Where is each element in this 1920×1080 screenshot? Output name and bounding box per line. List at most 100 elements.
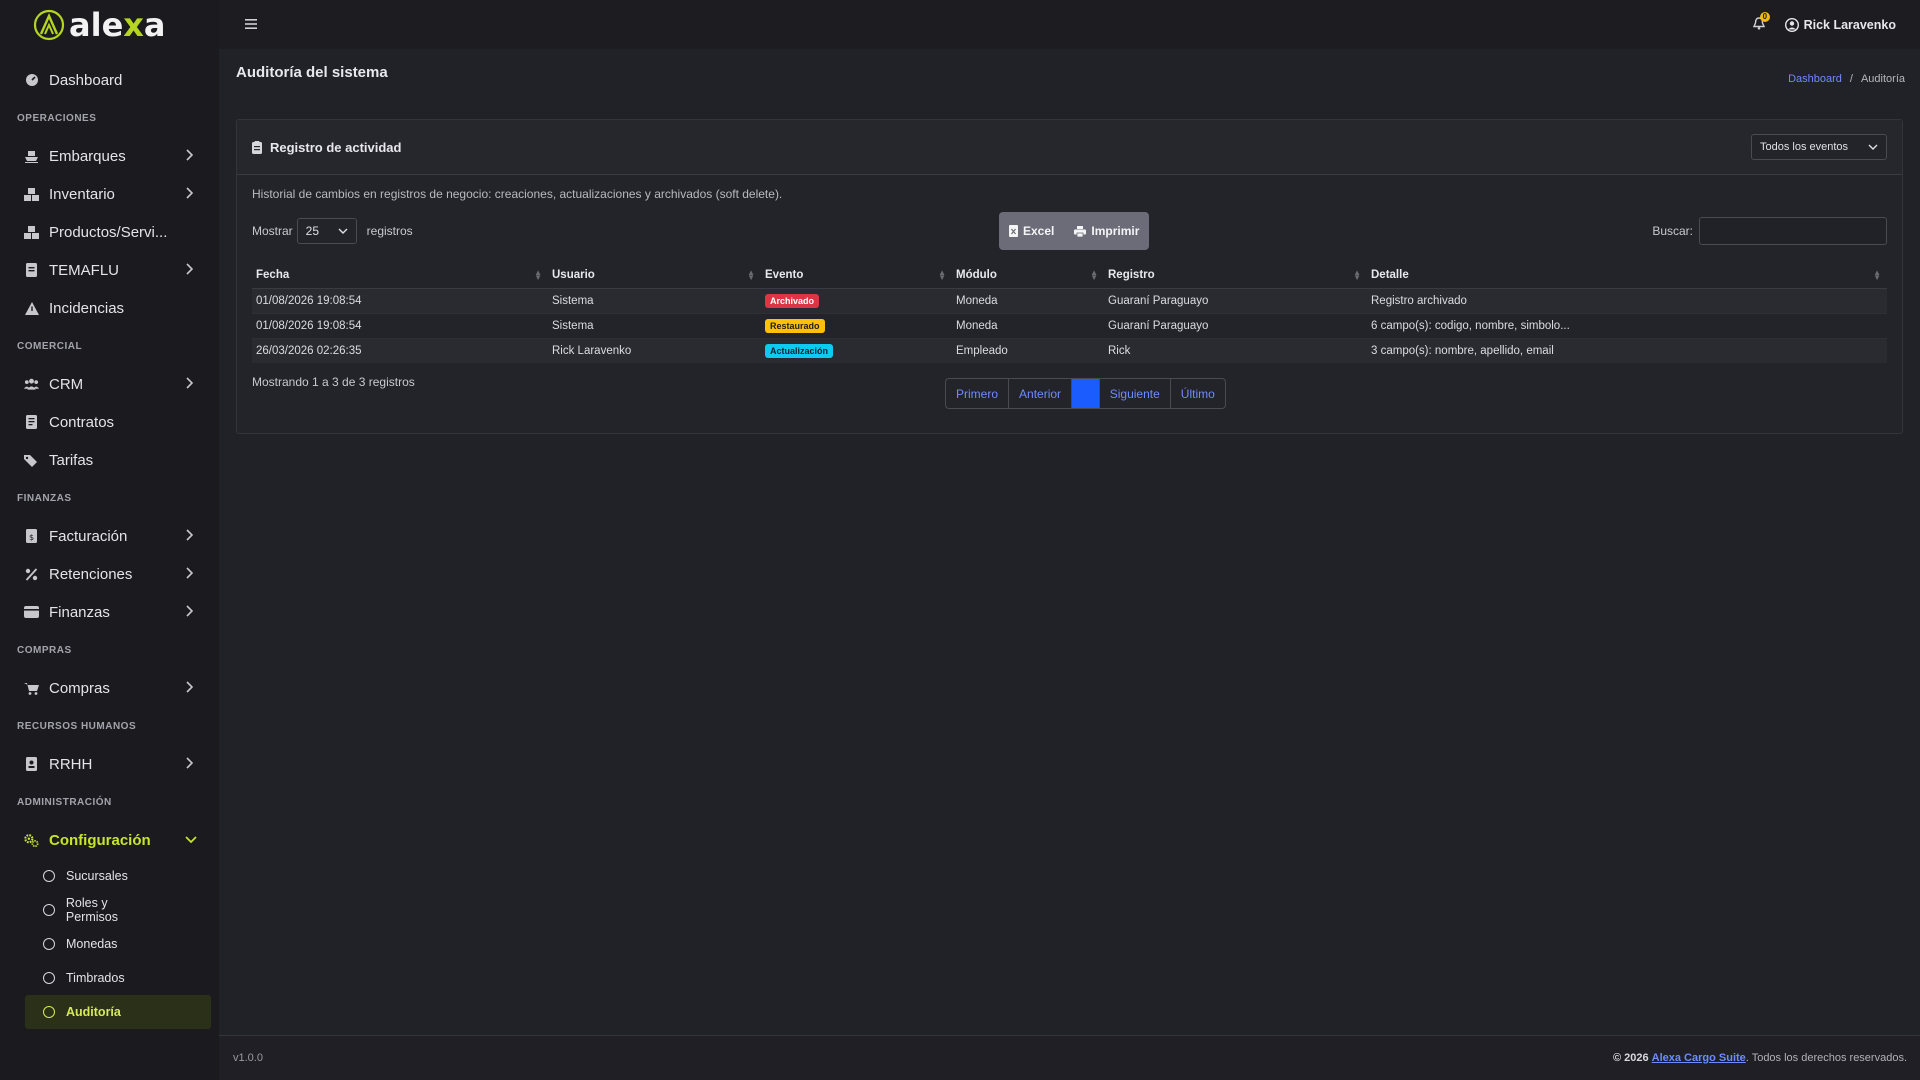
card-title: Registro de actividad [252,140,401,155]
user-menu[interactable]: Rick Laravenko [1784,18,1896,32]
notifications-button[interactable]: 0 [1752,11,1771,33]
tags-icon [24,453,39,468]
cell-registro: Rick [1104,337,1367,363]
sort-desc-icon: ▲ ▼ [534,268,542,282]
sidebar-item-label: Configuración [49,831,151,849]
sort-icon: ▲ ▼ [747,268,755,282]
column-header-modulo[interactable]: Módulo ▲ ▼ [952,263,1104,289]
circle-icon [43,870,55,882]
card-title-text: Registro de actividad [270,139,402,155]
excel-button-label: Excel [1023,224,1055,238]
length-suffix: registros [366,224,413,238]
sidebar-item-inventario[interactable]: Inventario [0,175,219,213]
chevron-right-icon [185,680,197,696]
submenu-item-sucursales[interactable]: Sucursales [0,859,162,893]
alexa-logo-icon [33,9,65,41]
submenu-item-auditoria[interactable]: Auditoría [25,995,211,1029]
cell-detalle: 3 campo(s): nombre, apellido, email [1367,337,1887,363]
id-badge-icon [24,757,39,772]
users-icon [24,377,39,392]
column-header-usuario[interactable]: Usuario ▲ ▼ [548,263,761,289]
breadcrumb-home-link[interactable]: Dashboard [1788,73,1842,85]
table-info: Mostrando 1 a 3 de 3 registros [252,375,415,389]
sidebar-item-label: Tarifas [49,451,94,469]
event-badge-archived: Archivado [765,293,820,308]
sidebar-item-label: Finanzas [49,603,110,621]
column-header-evento[interactable]: Evento ▲ ▼ [761,263,952,289]
circle-icon [43,1006,55,1018]
sidebar-item-configuracion[interactable]: Configuración [0,821,219,859]
pagination-next[interactable]: Siguiente [1100,379,1171,408]
hamburger-menu-icon[interactable] [245,16,257,34]
chevron-right-icon [185,528,197,544]
submenu-item-roles[interactable]: Roles y Permisos [0,893,162,927]
copyright-prefix: © 2026 [1612,1052,1649,1064]
sidebar-item-productos[interactable]: Productos/Servi... [0,213,219,251]
sidebar-item-finanzas[interactable]: Finanzas [0,593,219,631]
file-icon [24,263,39,278]
sidebar-nav: Dashboard OPERACIONES Embarques Inventar… [0,61,219,859]
file-excel-icon [1009,225,1018,237]
print-button[interactable]: Imprimir [1064,212,1149,250]
page-length-value: 25 [305,224,320,238]
brand-link[interactable]: Alexa Cargo Suite [1652,1052,1746,1064]
brand-name: alexa [69,6,166,44]
submenu-item-label: Sucursales [66,869,128,883]
sidebar-item-embarques[interactable]: Embarques [0,137,219,175]
wallet-icon [24,605,39,620]
chevron-down-icon [185,833,197,847]
sidebar-item-rrhh[interactable]: RRHH [0,745,219,783]
search-input[interactable] [1699,217,1887,245]
sidebar-item-temaflu[interactable]: TEMAFLU [0,251,219,289]
sort-icon: ▲ ▼ [938,268,946,282]
table-row: 26/03/2026 02:26:35 Rick Laravenko Actua… [252,337,1887,363]
chevron-right-icon [185,376,197,392]
brand[interactable]: alexa [0,0,219,50]
breadcrumb-current: Auditoría [1860,73,1905,85]
invoice-icon: $ [24,529,39,544]
sidebar-item-label: Inventario [49,185,115,203]
sidebar-item-facturacion[interactable]: $ Facturación [0,517,219,555]
cell-evento: Archivado [761,287,952,313]
sidebar-item-label: Facturación [49,527,128,545]
event-filter-select[interactable]: Todos los eventos [1751,134,1887,160]
boxes-icon [24,187,39,202]
submenu-item-monedas[interactable]: Monedas [0,927,162,961]
chevron-right-icon [185,566,197,582]
table-row: 01/08/2026 19:08:54 Sistema Restaurado M… [252,312,1887,338]
sidebar-item-compras[interactable]: Compras [0,669,219,707]
cell-fecha: 01/08/2026 19:08:54 [252,287,548,313]
sidebar-item-label: Contratos [49,413,115,431]
brand-logo: alexa [33,6,166,44]
chevron-right-icon [185,756,197,772]
column-header-detalle[interactable]: Detalle ▲ ▼ [1367,263,1887,289]
cell-usuario: Sistema [548,287,761,313]
app-version: v1.0.0 [233,1052,263,1064]
pagination-page-1[interactable]: 1 [1072,379,1100,408]
pagination-first[interactable]: Primero [946,379,1010,408]
pagination-last[interactable]: Último [1171,379,1225,408]
submenu-item-label: Auditoría [66,1005,121,1019]
submenu-item-timbrados[interactable]: Timbrados [0,961,162,995]
breadcrumb: Dashboard / Auditoría [1788,73,1905,85]
cell-detalle: 6 campo(s): codigo, nombre, simbolo... [1367,312,1887,338]
sidebar-item-crm[interactable]: CRM [0,365,219,403]
sidebar-item-incidencias[interactable]: Incidencias [0,289,219,327]
sidebar-item-tarifas[interactable]: Tarifas [0,441,219,479]
column-header-registro[interactable]: Registro ▲ ▼ [1104,263,1367,289]
sidebar-item-label: Dashboard [49,71,123,89]
column-header-fecha[interactable]: Fecha ▲ ▼ [252,263,548,289]
pagination-prev[interactable]: Anterior [1009,379,1073,408]
sidebar-item-retenciones[interactable]: Retenciones [0,555,219,593]
circle-icon [43,972,55,984]
excel-button[interactable]: Excel [999,212,1064,250]
event-badge-updated: Actualización [765,343,834,358]
notifications-badge: 0 [1759,11,1771,22]
page-length-select[interactable]: 25 [296,218,357,244]
sidebar-item-contratos[interactable]: Contratos [0,403,219,441]
breadcrumb-separator: / [1849,73,1853,85]
submenu-configuracion: Sucursales Roles y Permisos Monedas Timb… [0,859,219,1029]
sidebar-item-dashboard[interactable]: Dashboard [0,61,219,99]
cell-evento: Actualización [761,337,952,363]
page-title: Auditoría del sistema [236,64,388,81]
